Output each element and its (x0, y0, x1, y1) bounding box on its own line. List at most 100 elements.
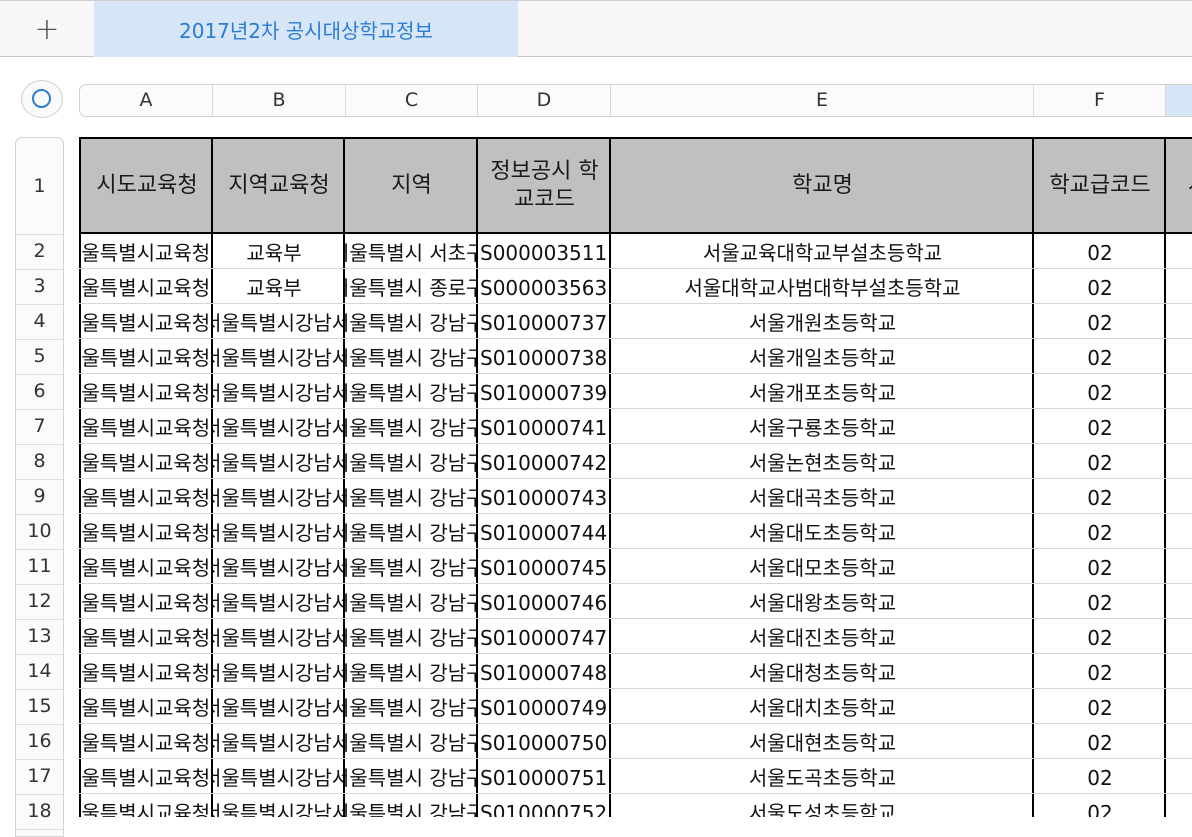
cell-region[interactable]: 서울특별시 강남구 (343, 584, 478, 618)
select-all-button[interactable] (21, 80, 63, 118)
cell-region[interactable]: 서울특별시 강남구 (343, 549, 478, 583)
cell-next[interactable] (1164, 584, 1192, 618)
header-cell-next[interactable]: 시 (1164, 139, 1192, 232)
column-header-g[interactable] (1166, 85, 1192, 116)
cell-next[interactable] (1164, 234, 1192, 268)
row-header[interactable]: 14 (16, 655, 63, 690)
cell-sido[interactable]: 서울특별시교육청 (79, 619, 213, 653)
cell-school-name[interactable]: 서울구룡초등학교 (609, 409, 1034, 443)
cell-school-code[interactable]: S010000745 (476, 549, 611, 583)
row-header[interactable]: 10 (16, 515, 63, 550)
cell-region[interactable]: 서울특별시 강남구 (343, 654, 478, 688)
cell-sido[interactable]: 서울특별시교육청 (79, 234, 213, 268)
cell-level-code[interactable]: 02 (1032, 234, 1166, 268)
cell-sido[interactable]: 서울특별시교육청 (79, 584, 213, 618)
row-header-1[interactable]: 1 (16, 138, 63, 235)
cell-school-name[interactable]: 서울대도초등학교 (609, 514, 1034, 548)
cell-region[interactable]: 서울특별시 강남구 (343, 409, 478, 443)
cell-school-name[interactable]: 서울교육대학교부설초등학교 (609, 234, 1034, 268)
cell-school-name[interactable]: 서울논현초등학교 (609, 444, 1034, 478)
cell-school-code[interactable]: S010000741 (476, 409, 611, 443)
cell-next[interactable] (1164, 724, 1192, 758)
cell-region-office[interactable]: 서울특별시강남서초교육지원청 (211, 689, 345, 723)
cell-region[interactable]: 서울특별시 강남구 (343, 689, 478, 723)
cell-region[interactable]: 서울특별시 강남구 (343, 514, 478, 548)
row-header[interactable]: 8 (16, 445, 63, 480)
row-header[interactable]: 7 (16, 410, 63, 445)
cell-level-code[interactable]: 02 (1032, 479, 1166, 513)
cell-school-name[interactable]: 서울대현초등학교 (609, 724, 1034, 758)
cell-region[interactable]: 서울특별시 강남구 (343, 794, 478, 817)
column-header-f[interactable]: F (1034, 85, 1166, 116)
column-header-c[interactable]: C (346, 85, 478, 116)
cell-school-name[interactable]: 서울대모초등학교 (609, 549, 1034, 583)
cell-sido[interactable]: 서울특별시교육청 (79, 339, 213, 373)
cell-school-name[interactable]: 서울대진초등학교 (609, 619, 1034, 653)
cell-region-office[interactable]: 서울특별시강남서초교육지원청 (211, 724, 345, 758)
cell-next[interactable] (1164, 479, 1192, 513)
row-header[interactable]: 12 (16, 585, 63, 620)
header-cell-level-code[interactable]: 학교급코드 (1032, 139, 1166, 232)
column-header-a[interactable]: A (80, 85, 213, 116)
cell-level-code[interactable]: 02 (1032, 269, 1166, 303)
cell-region[interactable]: 서울특별시 강남구 (343, 724, 478, 758)
cell-sido[interactable]: 서울특별시교육청 (79, 514, 213, 548)
cell-sido[interactable]: 서울특별시교육청 (79, 654, 213, 688)
cell-level-code[interactable]: 02 (1032, 654, 1166, 688)
cell-sido[interactable]: 서울특별시교육청 (79, 479, 213, 513)
cell-school-name[interactable]: 서울개일초등학교 (609, 339, 1034, 373)
column-header-d[interactable]: D (478, 85, 611, 116)
cell-region-office[interactable]: 서울특별시강남서초교육지원청 (211, 304, 345, 338)
cell-school-code[interactable]: S010000737 (476, 304, 611, 338)
cell-region[interactable]: 서울특별시 서초구 (343, 234, 478, 268)
cell-region-office[interactable]: 교육부 (211, 269, 345, 303)
cell-next[interactable] (1164, 549, 1192, 583)
cell-school-code[interactable]: S010000747 (476, 619, 611, 653)
add-sheet-button[interactable]: + (0, 1, 94, 57)
cell-region[interactable]: 서울특별시 강남구 (343, 339, 478, 373)
header-cell-sido[interactable]: 시도교육청 (79, 139, 213, 232)
cell-school-name[interactable]: 서울도성초등학교 (609, 794, 1034, 817)
row-header[interactable]: 6 (16, 375, 63, 410)
cell-school-name[interactable]: 서울개원초등학교 (609, 304, 1034, 338)
cell-region-office[interactable]: 서울특별시강남서초교육지원청 (211, 619, 345, 653)
cell-sido[interactable]: 서울특별시교육청 (79, 759, 213, 793)
cell-sido[interactable]: 서울특별시교육청 (79, 549, 213, 583)
cell-sido[interactable]: 서울특별시교육청 (79, 374, 213, 408)
row-header[interactable]: 9 (16, 480, 63, 515)
cell-school-code[interactable]: S010000744 (476, 514, 611, 548)
cell-next[interactable] (1164, 304, 1192, 338)
cell-region-office[interactable]: 서울특별시강남서초교육지원청 (211, 339, 345, 373)
cell-school-name[interactable]: 서울대치초등학교 (609, 689, 1034, 723)
cell-level-code[interactable]: 02 (1032, 409, 1166, 443)
row-header[interactable]: 15 (16, 690, 63, 725)
column-header-b[interactable]: B (213, 85, 346, 116)
cell-region-office[interactable]: 교육부 (211, 234, 345, 268)
cell-school-code[interactable]: S010000749 (476, 689, 611, 723)
cell-school-code[interactable]: S000003511 (476, 234, 611, 268)
cell-school-name[interactable]: 서울대곡초등학교 (609, 479, 1034, 513)
cell-region-office[interactable]: 서울특별시강남서초교육지원청 (211, 479, 345, 513)
row-header[interactable]: 5 (16, 340, 63, 375)
cell-region-office[interactable]: 서울특별시강남서초교육지원청 (211, 584, 345, 618)
row-header[interactable]: 17 (16, 760, 63, 795)
cell-region[interactable]: 서울특별시 강남구 (343, 759, 478, 793)
row-header[interactable]: 16 (16, 725, 63, 760)
header-cell-school-code[interactable]: 정보공시 학교코드 (476, 139, 611, 232)
cell-region-office[interactable]: 서울특별시강남서초교육지원청 (211, 654, 345, 688)
cell-region[interactable]: 서울특별시 강남구 (343, 304, 478, 338)
cell-level-code[interactable]: 02 (1032, 759, 1166, 793)
cell-next[interactable] (1164, 654, 1192, 688)
tab-active-sheet[interactable]: 2017년2차 공시대상학교정보 (94, 1, 518, 57)
column-header-e[interactable]: E (611, 85, 1034, 116)
cell-level-code[interactable]: 02 (1032, 584, 1166, 618)
cell-level-code[interactable]: 02 (1032, 304, 1166, 338)
cell-next[interactable] (1164, 514, 1192, 548)
cell-region[interactable]: 서울특별시 강남구 (343, 444, 478, 478)
cell-region[interactable]: 서울특별시 종로구 (343, 269, 478, 303)
cell-next[interactable] (1164, 269, 1192, 303)
cell-school-code[interactable]: S010000742 (476, 444, 611, 478)
cell-sido[interactable]: 서울특별시교육청 (79, 269, 213, 303)
cell-region[interactable]: 서울특별시 강남구 (343, 479, 478, 513)
cell-region[interactable]: 서울특별시 강남구 (343, 374, 478, 408)
